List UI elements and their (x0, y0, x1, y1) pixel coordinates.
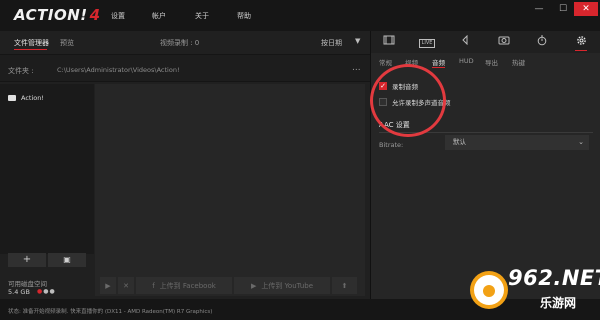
settings-panel: LIVE 常规 视频 音频 HUD 导出 热键 ✓ 录制音频 允许录制多声道音频… (370, 31, 600, 299)
bitrate-select[interactable]: 默认 ⌄ (445, 135, 589, 150)
record-audio-checkbox[interactable]: ✓ (379, 82, 387, 90)
timer-icon[interactable] (534, 35, 550, 49)
watermark-badge-dot (483, 285, 495, 297)
file-manager-panel: 文件管理器 预览 视频录制 : 0 按日期 ▼ 文件夹 : C:\Users\A… (0, 31, 370, 299)
speaker-icon[interactable] (457, 34, 473, 49)
upload-youtube-button[interactable]: ▶ 上传到 YouTube (234, 277, 330, 294)
camera-folder-button[interactable]: ▣ (48, 253, 86, 267)
tab-preview[interactable]: 预览 (60, 38, 74, 48)
folder-tree: Action! (0, 84, 94, 254)
file-manager-tabs: 文件管理器 预览 视频录制 : 0 按日期 ▼ (0, 31, 370, 53)
settings-icon-bar: LIVE (371, 31, 600, 53)
live-badge: LIVE (418, 39, 436, 48)
sort-dropdown[interactable]: 按日期 (321, 38, 342, 48)
tab-hotkeys[interactable]: 热键 (512, 57, 525, 67)
status-dot-red: ● (37, 288, 44, 295)
logo-word: ACTION! (14, 6, 88, 24)
film-icon[interactable] (381, 35, 397, 49)
section-divider (379, 132, 593, 133)
tree-item-action[interactable]: Action! (8, 94, 44, 102)
folder-icon (8, 95, 16, 101)
status-text: 状态: 准备开始视频录制. 快来直播你的 (DX11 - AMD Radeon(… (8, 309, 213, 315)
tab-video[interactable]: 视频 (405, 57, 418, 67)
folder-label: 文件夹 : (8, 67, 34, 75)
record-audio-label: 录制音频 (392, 83, 418, 91)
minimize-button[interactable]: — (527, 2, 551, 16)
watermark-badge-inner (474, 275, 504, 305)
menu-account[interactable]: 帐户 (152, 11, 166, 21)
watermark-sub: 乐游网 (540, 296, 577, 310)
menu-help[interactable]: 帮助 (237, 11, 251, 21)
gear-icon[interactable] (573, 35, 589, 49)
multi-track-option[interactable]: 允许录制多声道音频 (379, 97, 451, 107)
facebook-icon: f (152, 281, 155, 290)
tab-audio[interactable]: 音频 (432, 57, 445, 67)
record-audio-option[interactable]: ✓ 录制音频 (379, 81, 418, 91)
active-tab-underline (14, 49, 47, 50)
multi-track-label: 允许录制多声道音频 (392, 99, 451, 107)
multi-track-checkbox[interactable] (379, 98, 387, 106)
disk-status-dots: ●●● (37, 288, 56, 295)
tab-hud[interactable]: HUD (459, 57, 474, 65)
logo-number: 4 (89, 6, 101, 24)
upload-youtube-label: 上传到 YouTube (261, 281, 314, 290)
chevron-down-icon[interactable]: ▼ (355, 37, 360, 45)
delete-button[interactable]: ✕ (118, 277, 134, 294)
chevron-down-icon: ⌄ (578, 138, 584, 146)
disk-space-label: 可用磁盘空间 (8, 280, 47, 288)
tab-general[interactable]: 常规 (379, 57, 392, 67)
add-folder-button[interactable]: + (8, 253, 46, 267)
folder-path[interactable]: C:\Users\Administrator\Videos\Action! (57, 66, 180, 74)
tree-item-label: Action! (21, 94, 44, 102)
watermark-main: 962.NET (508, 266, 600, 290)
folder-row: 文件夹 : C:\Users\Administrator\Videos\Acti… (0, 54, 370, 82)
tab-file-manager[interactable]: 文件管理器 (14, 38, 49, 48)
camera-icon[interactable] (496, 35, 512, 49)
maximize-button[interactable]: ☐ (551, 2, 575, 16)
app-logo: ACTION! 4 (14, 5, 100, 25)
bitrate-label: Bitrate: (379, 141, 404, 149)
disk-space-value: 5.4 GB (8, 288, 30, 296)
tab-export[interactable]: 导出 (485, 57, 498, 67)
upload-facebook-button[interactable]: f 上传到 Facebook (136, 277, 232, 294)
site-watermark: 962.NET 乐游网 (470, 263, 600, 319)
live-icon[interactable]: LIVE (417, 35, 437, 49)
active-subtab-underline (432, 67, 445, 68)
browse-folder-button[interactable]: ... (352, 63, 361, 73)
upload-other-button[interactable]: ⬆ (332, 277, 357, 294)
menu-settings[interactable]: 设置 (111, 11, 125, 21)
play-button[interactable]: ▶ (100, 277, 116, 294)
active-icon-underline (575, 50, 587, 51)
settings-subtabs: 常规 视频 音频 HUD 导出 热键 (371, 55, 600, 69)
bitrate-value: 默认 (453, 138, 466, 146)
title-bar: ACTION! 4 设置 帐户 关于 帮助 — ☐ ✕ (0, 0, 600, 31)
menu-about[interactable]: 关于 (195, 11, 209, 21)
action-bar: ▶ ✕ f 上传到 Facebook ▶ 上传到 YouTube ⬆ (100, 277, 365, 294)
upload-facebook-label: 上传到 Facebook (159, 281, 216, 290)
video-list-area[interactable] (95, 84, 365, 296)
aac-section-title: AAC 设置 (379, 121, 410, 129)
youtube-icon: ▶ (250, 281, 257, 290)
close-button[interactable]: ✕ (574, 2, 598, 16)
watermark-badge-icon (470, 271, 508, 309)
video-count: 视频录制 : 0 (160, 39, 200, 47)
